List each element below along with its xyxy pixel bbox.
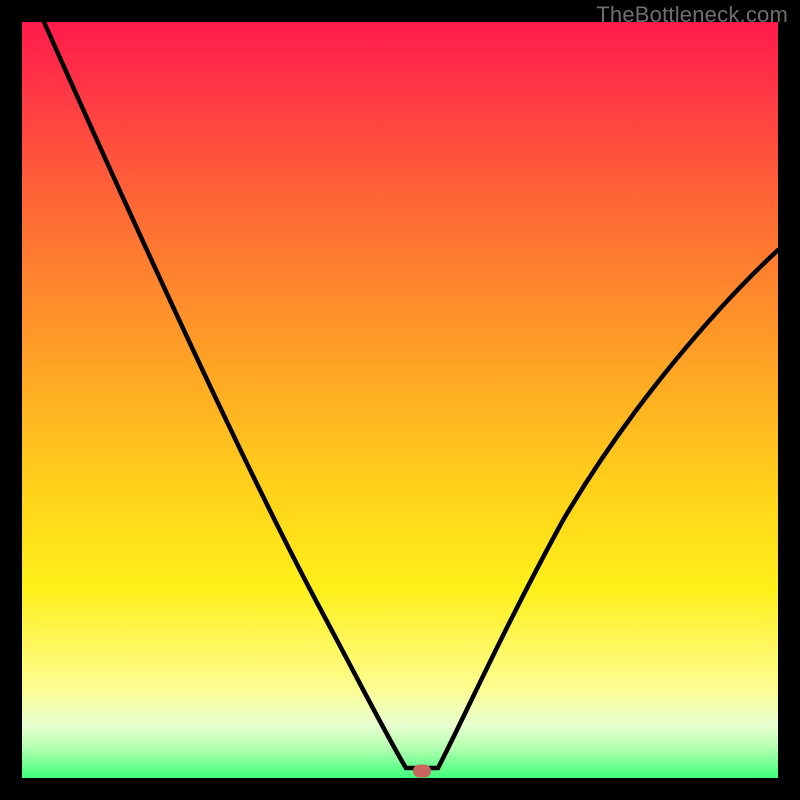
curve-path bbox=[44, 22, 778, 768]
watermark-text: TheBottleneck.com bbox=[596, 2, 788, 28]
plot-area bbox=[22, 22, 778, 778]
bottleneck-curve bbox=[22, 22, 778, 778]
optimal-marker bbox=[413, 765, 431, 778]
